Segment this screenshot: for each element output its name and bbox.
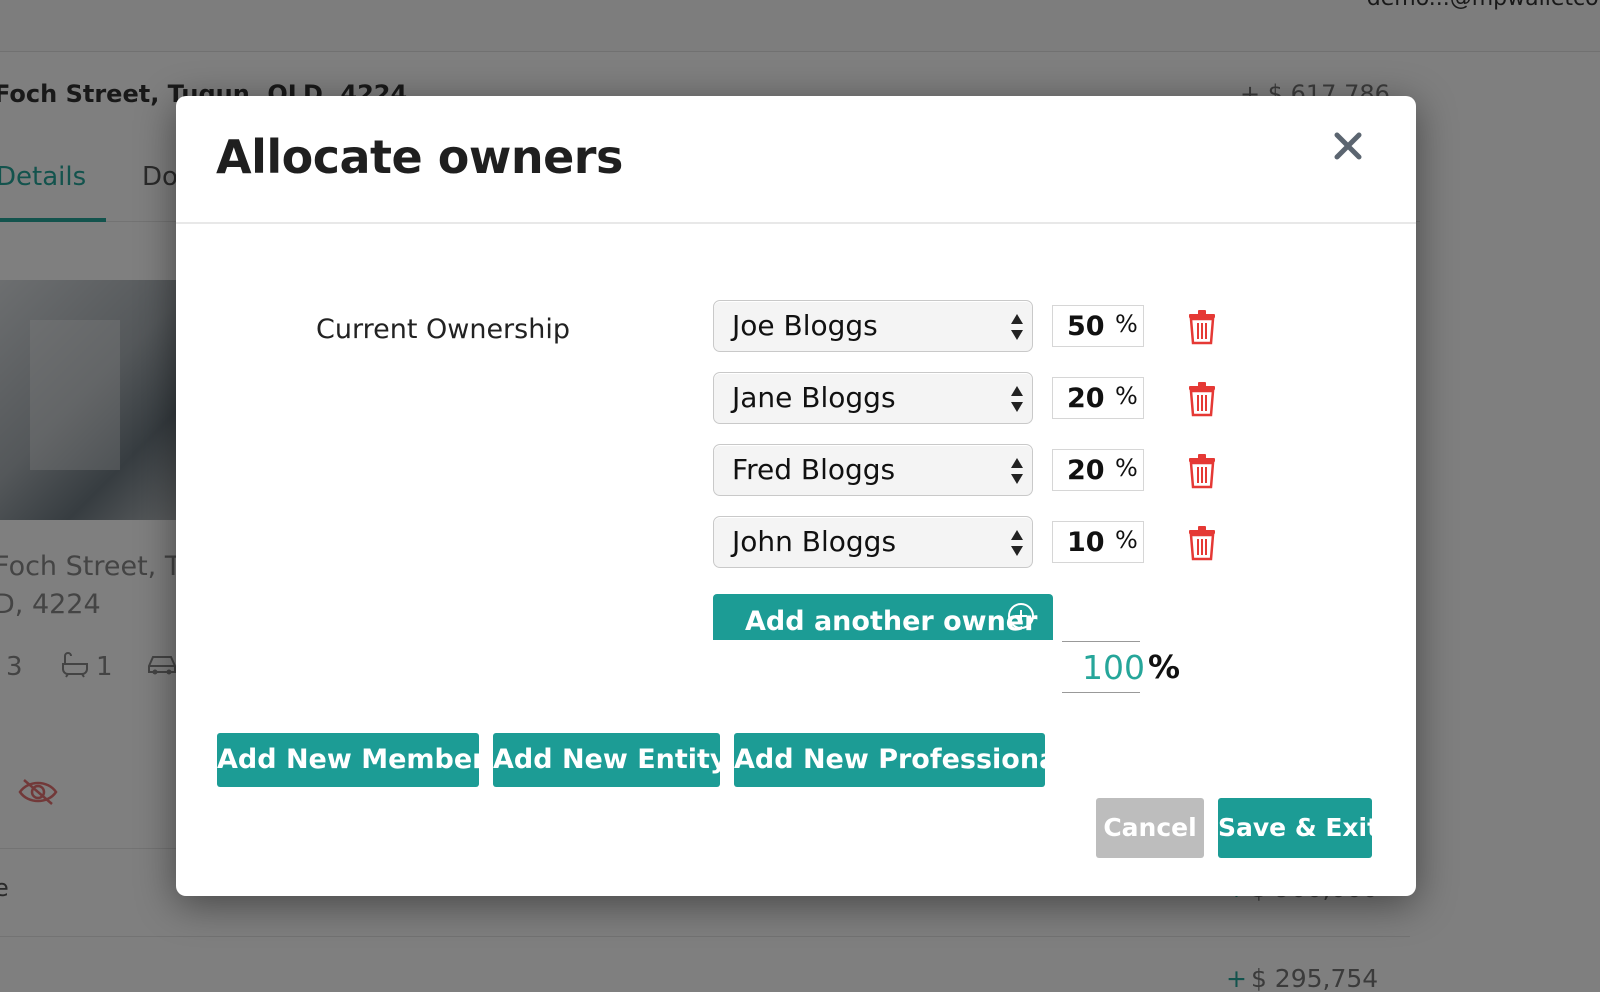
- percent-value: 20: [1067, 455, 1105, 486]
- owner-select[interactable]: Fred Bloggs: [713, 444, 1033, 496]
- close-icon[interactable]: [1328, 126, 1368, 166]
- select-arrows-icon: [1011, 314, 1023, 340]
- total-percent-sign: %: [1148, 648, 1181, 686]
- percent-sign: %: [1115, 454, 1138, 482]
- owner-select-value: Joe Bloggs: [732, 309, 878, 342]
- add-new-entity-button[interactable]: Add New Entity: [493, 733, 728, 787]
- add-another-owner-button[interactable]: Add another owner: [713, 594, 1053, 640]
- percent-input[interactable]: 20 %: [1052, 377, 1144, 419]
- total-divider-top: [1062, 641, 1140, 642]
- allocate-owners-modal: Allocate owners Current Ownership Joe Bl…: [176, 96, 1416, 896]
- save-exit-button[interactable]: Save & Exit: [1218, 798, 1379, 858]
- owner-select[interactable]: Jane Bloggs: [713, 372, 1033, 424]
- select-arrows-icon: [1011, 386, 1023, 412]
- percent-sign: %: [1115, 526, 1138, 554]
- owner-select-value: Fred Bloggs: [732, 453, 896, 486]
- trash-icon[interactable]: [1188, 381, 1216, 417]
- owner-select-value: Jane Bloggs: [732, 381, 896, 414]
- total-percent: 100: [1082, 648, 1145, 687]
- owner-select[interactable]: John Bloggs: [713, 516, 1033, 568]
- trash-icon[interactable]: [1188, 309, 1216, 345]
- percent-input[interactable]: 10 %: [1052, 521, 1144, 563]
- add-new-member-button[interactable]: Add New Member: [217, 733, 485, 787]
- percent-value: 10: [1067, 527, 1105, 558]
- modal-title: Allocate owners: [216, 130, 623, 184]
- select-arrows-icon: [1011, 458, 1023, 484]
- percent-value: 20: [1067, 383, 1105, 414]
- cancel-button[interactable]: Cancel: [1096, 798, 1204, 858]
- owner-select[interactable]: Joe Bloggs: [713, 300, 1033, 352]
- trash-icon[interactable]: [1188, 453, 1216, 489]
- percent-sign: %: [1115, 382, 1138, 410]
- percent-input[interactable]: 50 %: [1052, 305, 1144, 347]
- percent-sign: %: [1115, 310, 1138, 338]
- current-ownership-label: Current Ownership: [316, 314, 570, 345]
- percent-input[interactable]: 20 %: [1052, 449, 1144, 491]
- trash-icon[interactable]: [1188, 525, 1216, 561]
- select-arrows-icon: [1011, 530, 1023, 556]
- plus-circle-icon: [1008, 603, 1034, 629]
- owner-select-value: John Bloggs: [732, 525, 897, 558]
- percent-value: 50: [1067, 311, 1105, 342]
- total-divider-bottom: [1062, 692, 1140, 693]
- modal-header: Allocate owners: [176, 96, 1416, 224]
- add-new-professional-button[interactable]: Add New Professional: [734, 733, 1067, 787]
- add-another-owner-label: Add another owner: [745, 606, 1038, 637]
